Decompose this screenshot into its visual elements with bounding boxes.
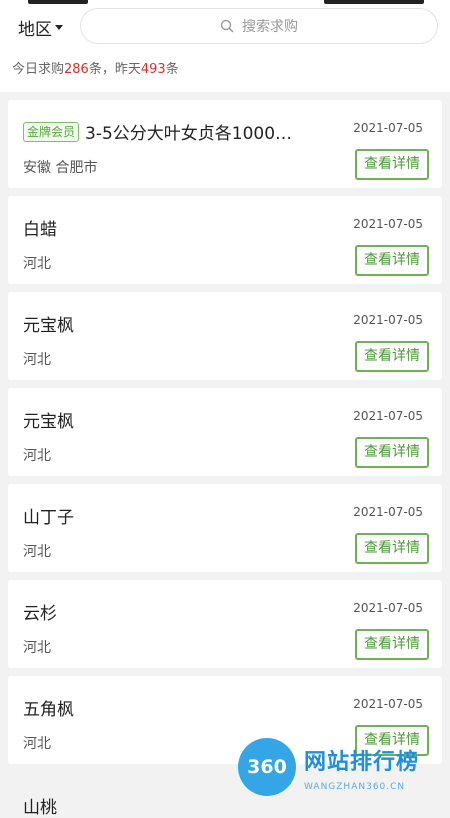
item-location: 河北 — [23, 448, 51, 464]
caret-down-icon — [55, 24, 63, 30]
item-date: 2021-07-05 — [353, 697, 423, 711]
status-bar-right — [324, 0, 424, 4]
list-item[interactable]: 金牌会员 3-5公分大叶女贞各1000… 2021-07-05 安徽 合肥市 查… — [8, 100, 442, 188]
list-item[interactable]: 元宝枫 2021-07-05 河北 查看详情 — [8, 388, 442, 476]
stats-today-suffix: 条，昨天 — [88, 62, 141, 77]
status-bar — [0, 0, 450, 6]
item-title: 云杉 — [23, 604, 57, 624]
item-date: 2021-07-05 — [353, 505, 423, 519]
gold-member-badge: 金牌会员 — [23, 121, 80, 142]
item-title: 白蜡 — [23, 220, 57, 240]
partial-item-title: 山桃 — [23, 798, 57, 818]
item-date: 2021-07-05 — [353, 217, 423, 231]
region-selector[interactable]: 地区 — [18, 16, 63, 40]
watermark-name: 网站排行榜 — [304, 750, 420, 775]
list-item[interactable]: 山丁子 2021-07-05 河北 查看详情 — [8, 484, 442, 572]
item-location: 河北 — [23, 544, 51, 560]
watermark-url: WANGZHAN360.CN — [304, 782, 406, 792]
region-label: 地区 — [18, 19, 52, 40]
stats-yesterday-count: 493 — [140, 62, 166, 77]
view-details-button[interactable]: 查看详情 — [355, 341, 429, 372]
item-title: 3-5公分大叶女贞各1000… — [85, 124, 293, 144]
watermark-logo: 360 — [238, 738, 296, 796]
item-date: 2021-07-05 — [353, 409, 423, 423]
item-title: 元宝枫 — [23, 412, 74, 432]
view-details-button[interactable]: 查看详情 — [355, 149, 429, 180]
item-title-row: 金牌会员 3-5公分大叶女贞各1000… — [23, 119, 292, 144]
item-location: 河北 — [23, 352, 51, 368]
search-icon — [220, 19, 234, 33]
item-date: 2021-07-05 — [353, 601, 423, 615]
watermark: 360 网站排行榜 WANGZHAN360.CN — [238, 738, 450, 800]
view-details-button[interactable]: 查看详情 — [355, 437, 429, 468]
item-location: 河北 — [23, 736, 51, 752]
purchase-stats: 今日求购286条，昨天493条 — [12, 58, 179, 77]
top-bar: 地区 搜索求购 今日求购286条，昨天493条 — [0, 0, 450, 92]
view-details-button[interactable]: 查看详情 — [355, 245, 429, 276]
item-date: 2021-07-05 — [353, 313, 423, 327]
stats-today-count: 286 — [64, 62, 89, 77]
purchase-list: 金牌会员 3-5公分大叶女贞各1000… 2021-07-05 安徽 合肥市 查… — [8, 100, 442, 772]
item-location: 河北 — [23, 256, 51, 272]
view-details-button[interactable]: 查看详情 — [355, 533, 429, 564]
status-bar-left — [28, 0, 88, 4]
item-location: 河北 — [23, 640, 51, 656]
list-item[interactable]: 元宝枫 2021-07-05 河北 查看详情 — [8, 292, 442, 380]
list-item[interactable]: 白蜡 2021-07-05 河北 查看详情 — [8, 196, 442, 284]
view-details-button[interactable]: 查看详情 — [355, 629, 429, 660]
item-title: 五角枫 — [23, 700, 74, 720]
list-item[interactable]: 云杉 2021-07-05 河北 查看详情 — [8, 580, 442, 668]
search-placeholder: 搜索求购 — [242, 19, 298, 35]
search-input[interactable]: 搜索求购 — [80, 8, 438, 44]
item-date: 2021-07-05 — [353, 121, 423, 135]
item-title: 山丁子 — [23, 508, 74, 528]
item-location: 安徽 合肥市 — [23, 160, 98, 176]
item-title: 元宝枫 — [23, 316, 74, 336]
stats-yesterday-suffix: 条 — [165, 62, 179, 77]
stats-today-prefix: 今日求购 — [12, 62, 65, 77]
